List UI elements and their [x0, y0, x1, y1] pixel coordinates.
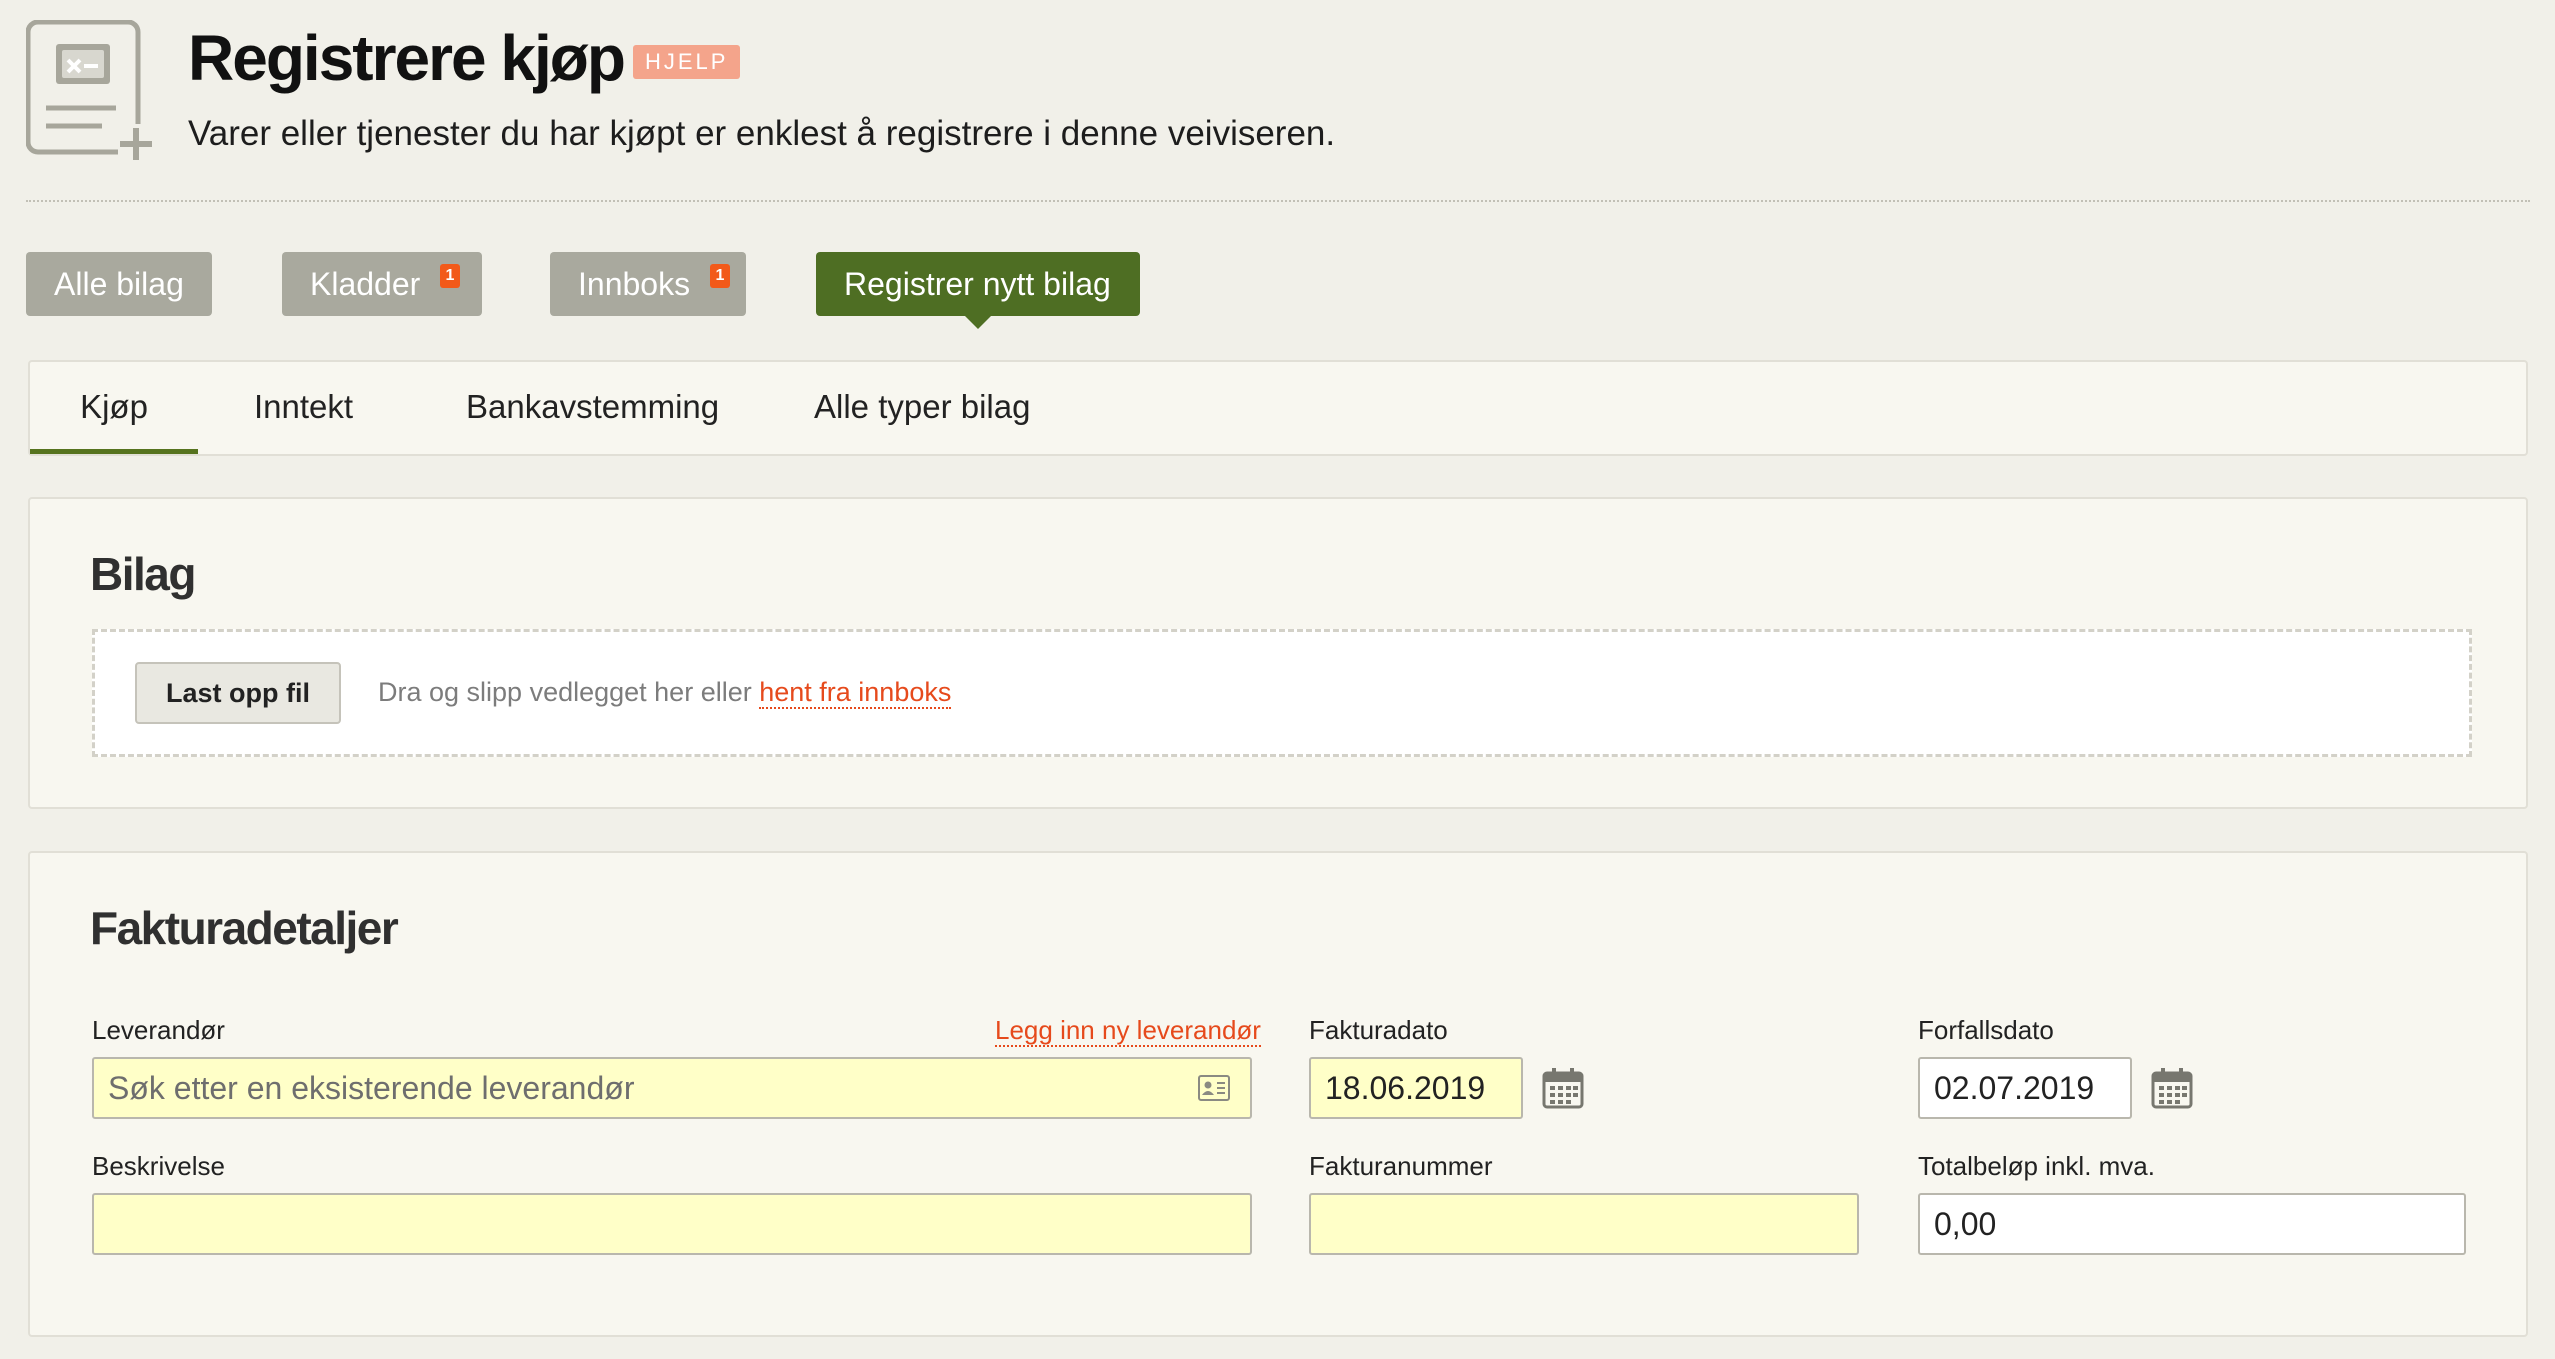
invoice-date-label: Fakturadato: [1309, 1015, 1448, 1045]
due-date-input[interactable]: 02.07.2019: [1918, 1057, 2132, 1119]
tab-purchase[interactable]: Kjøp: [30, 362, 198, 454]
inbox-label: Innboks: [578, 266, 691, 302]
tab-bank-reconciliation[interactable]: Bankavstemming: [466, 362, 719, 454]
add-new-supplier-link[interactable]: Legg inn ny leverandør: [995, 1015, 1261, 1047]
all-vouchers-button[interactable]: Alle bilag: [26, 252, 212, 316]
inbox-count-badge: 1: [710, 264, 730, 288]
document-add-icon: [26, 20, 154, 160]
register-new-voucher-label: Registrer nytt bilag: [844, 266, 1111, 302]
attachment-title: Bilag: [90, 548, 196, 600]
fetch-from-inbox-link[interactable]: hent fra innboks: [759, 677, 952, 709]
description-input[interactable]: [92, 1193, 1252, 1255]
register-new-voucher-button[interactable]: Registrer nytt bilag: [816, 252, 1140, 329]
tab-income[interactable]: Inntekt: [254, 362, 353, 454]
supplier-search-input[interactable]: Søk etter en eksisterende leverandør: [92, 1057, 1252, 1119]
page-title: Registrere kjøp: [188, 22, 626, 94]
attachment-card: Bilag Last opp fil Dra og slipp vedlegge…: [28, 497, 2528, 809]
page-header: Registrere kjøp HJELP Varer eller tjenes…: [26, 20, 2526, 160]
due-date-calendar-icon[interactable]: [2151, 1067, 2193, 1109]
drafts-label: Kladder: [310, 266, 421, 302]
invoice-details-card: Fakturadetaljer Leverandør Legg inn ny l…: [28, 851, 2528, 1337]
invoice-date-calendar-icon[interactable]: [1542, 1067, 1584, 1109]
invoice-date-input[interactable]: 18.06.2019: [1309, 1057, 1523, 1119]
due-date-label: Forfallsdato: [1918, 1015, 2054, 1045]
contact-card-icon[interactable]: [1198, 1075, 1230, 1101]
voucher-type-tabs: Kjøp Inntekt Bankavstemming Alle typer b…: [28, 360, 2528, 456]
invoice-number-input[interactable]: [1309, 1193, 1859, 1255]
drafts-button[interactable]: Kladder 1: [282, 252, 482, 316]
invoice-details-title: Fakturadetaljer: [90, 902, 399, 954]
file-dropzone[interactable]: Last opp fil Dra og slipp vedlegget her …: [92, 629, 2472, 757]
supplier-search-placeholder: Søk etter en eksisterende leverandør: [108, 1070, 635, 1106]
upload-file-button[interactable]: Last opp fil: [135, 662, 341, 724]
tab-purchase-label: Kjøp: [80, 388, 148, 425]
page-subtitle: Varer eller tjenester du har kjøpt er en…: [188, 114, 1336, 153]
header-divider: [26, 200, 2530, 202]
help-badge[interactable]: HJELP: [633, 45, 741, 79]
tab-all-voucher-types[interactable]: Alle typer bilag: [814, 362, 1030, 454]
tab-all-voucher-types-label: Alle typer bilag: [814, 388, 1031, 425]
drafts-count-badge: 1: [440, 264, 460, 288]
inbox-button[interactable]: Innboks 1: [550, 252, 746, 316]
dropzone-hint: Dra og slipp vedlegget her eller hent fr…: [378, 677, 952, 709]
total-amount-input[interactable]: 0,00: [1918, 1193, 2466, 1255]
total-amount-label: Totalbeløp inkl. mva.: [1918, 1151, 2155, 1181]
dropzone-hint-text: Dra og slipp vedlegget her eller: [378, 677, 752, 707]
invoice-number-label: Fakturanummer: [1309, 1151, 1493, 1181]
supplier-label: Leverandør: [92, 1015, 225, 1045]
all-vouchers-label: Alle bilag: [54, 266, 184, 302]
tab-bank-reconciliation-label: Bankavstemming: [466, 388, 720, 425]
tab-income-label: Inntekt: [254, 388, 354, 425]
description-label: Beskrivelse: [92, 1151, 225, 1181]
